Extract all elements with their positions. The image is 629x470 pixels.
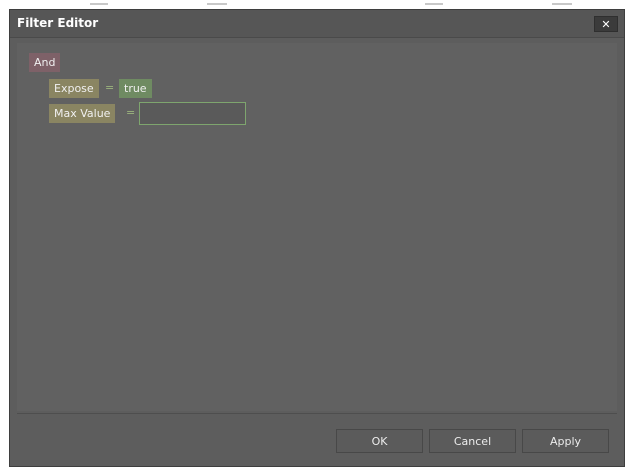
background-strip — [0, 0, 629, 8]
background-mark — [90, 3, 108, 5]
close-icon: ✕ — [601, 17, 611, 31]
footer-divider — [17, 413, 617, 414]
condition-field-max-value[interactable]: Max Value — [49, 104, 116, 123]
filter-editor-dialog: Filter Editor ✕ And Expose = true Max Va… — [9, 9, 625, 467]
background-mark — [552, 3, 572, 5]
background-mark — [425, 3, 443, 5]
cancel-button[interactable]: Cancel — [429, 429, 516, 453]
condition-field-expose[interactable]: Expose — [49, 79, 99, 98]
close-button[interactable]: ✕ — [594, 16, 618, 32]
condition-operator[interactable]: = — [126, 106, 135, 119]
max-value-input[interactable] — [139, 102, 246, 125]
condition-operator[interactable]: = — [105, 81, 114, 94]
condition-value-true[interactable]: true — [119, 79, 152, 98]
group-operator-and[interactable]: And — [29, 53, 61, 72]
apply-button[interactable]: Apply — [522, 429, 609, 453]
dialog-titlebar[interactable]: Filter Editor ✕ — [10, 10, 624, 38]
dialog-title: Filter Editor — [17, 16, 99, 30]
filter-area: And Expose = true Max Value = — [17, 43, 617, 411]
ok-button[interactable]: OK — [336, 429, 423, 453]
background-mark — [207, 3, 227, 5]
